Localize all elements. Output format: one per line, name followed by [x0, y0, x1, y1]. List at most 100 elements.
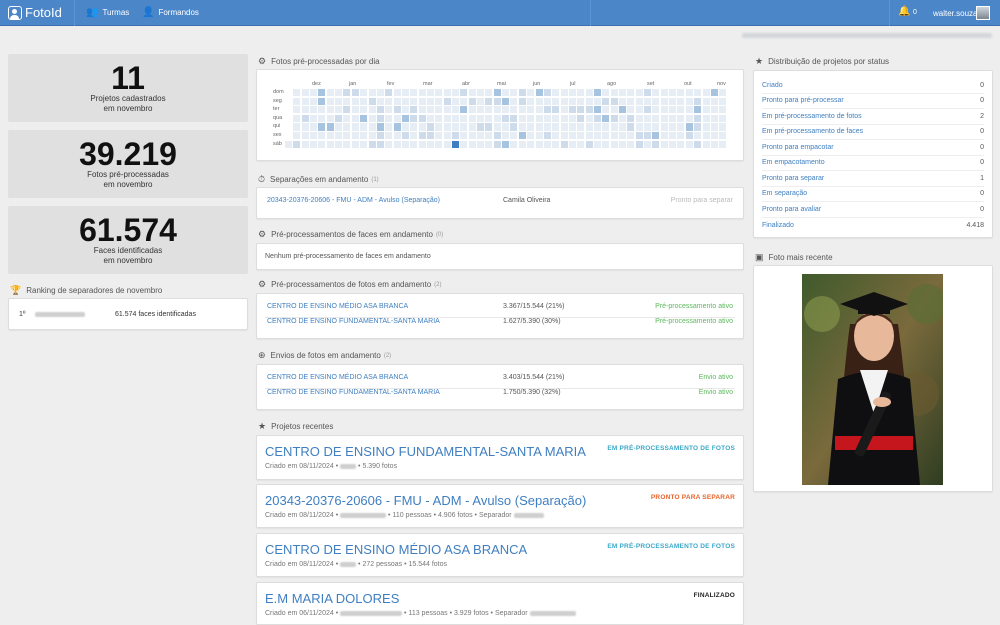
heatmap-cell[interactable] — [552, 140, 560, 148]
heatmap-cell[interactable] — [560, 106, 568, 114]
heatmap-cell[interactable] — [393, 132, 401, 140]
heatmap-cell[interactable] — [493, 140, 501, 148]
heatmap-cell[interactable] — [435, 132, 443, 140]
heatmap-cell[interactable] — [568, 140, 576, 148]
heatmap-cell[interactable] — [335, 97, 343, 105]
heatmap-cell[interactable] — [385, 140, 393, 148]
heatmap-cell[interactable] — [577, 97, 585, 105]
heatmap-cell[interactable] — [460, 132, 468, 140]
heatmap-cell[interactable] — [376, 106, 384, 114]
heatmap-cell[interactable] — [293, 106, 301, 114]
heatmap-cell[interactable] — [485, 123, 493, 131]
heatmap-cell[interactable] — [351, 114, 359, 123]
heatmap-cell[interactable] — [560, 89, 568, 97]
heatmap-cell[interactable] — [568, 114, 576, 123]
heatmap-cell[interactable] — [493, 123, 501, 131]
heatmap-cell[interactable] — [468, 132, 476, 140]
status-row[interactable]: Pronto para empacotar 0 — [762, 140, 984, 156]
project-card[interactable]: CENTRO DE ENSINO MÉDIO ASA BRANCA Criado… — [256, 533, 744, 577]
heatmap-cell[interactable] — [393, 140, 401, 148]
heatmap-cell[interactable] — [710, 114, 718, 123]
heatmap-cell[interactable] — [610, 123, 618, 131]
heatmap-cell[interactable] — [326, 97, 334, 105]
heatmap-cell[interactable] — [393, 97, 401, 105]
heatmap-cell[interactable] — [301, 106, 309, 114]
heatmap-cell[interactable] — [619, 106, 626, 114]
heatmap-cell[interactable] — [543, 123, 551, 131]
heatmap-cell[interactable] — [376, 140, 384, 148]
heatmap-cell[interactable] — [610, 106, 618, 114]
heatmap-cell[interactable] — [577, 89, 585, 97]
heatmap-cell[interactable] — [485, 97, 493, 105]
heatmap-cell[interactable] — [677, 140, 685, 148]
heatmap-cell[interactable] — [552, 106, 560, 114]
heatmap-cell[interactable] — [401, 89, 409, 97]
heatmap-cell[interactable] — [326, 89, 334, 97]
heatmap-cell[interactable] — [702, 123, 710, 131]
heatmap-cell[interactable] — [285, 140, 292, 148]
heatmap-cell[interactable] — [310, 140, 318, 148]
heatmap-cell[interactable] — [410, 123, 418, 131]
heatmap-cell[interactable] — [351, 132, 359, 140]
heatmap-cell[interactable] — [660, 106, 668, 114]
heatmap-cell[interactable] — [527, 114, 535, 123]
heatmap-cell[interactable] — [602, 89, 610, 97]
status-label[interactable]: Em pré-processamento de faces — [762, 128, 863, 135]
heatmap-cell[interactable] — [385, 123, 393, 131]
heatmap-cell[interactable] — [543, 114, 551, 123]
heatmap-cell[interactable] — [644, 140, 652, 148]
heatmap-cell[interactable] — [318, 123, 326, 131]
app-logo[interactable]: FotoId — [8, 5, 62, 20]
heatmap-cell[interactable] — [502, 123, 510, 131]
heatmap-cell[interactable] — [527, 106, 535, 114]
heatmap-cell[interactable] — [694, 114, 702, 123]
heatmap-cell[interactable] — [343, 114, 351, 123]
heatmap-cell[interactable] — [577, 140, 585, 148]
heatmap-cell[interactable] — [560, 97, 568, 105]
heatmap-cell[interactable] — [527, 123, 535, 131]
heatmap-cell[interactable] — [652, 106, 660, 114]
heatmap-cell[interactable] — [543, 89, 551, 97]
heatmap-cell[interactable] — [410, 97, 418, 105]
heatmap-cell[interactable] — [677, 123, 685, 131]
heatmap-cell[interactable] — [418, 106, 426, 114]
heatmap-cell[interactable] — [326, 140, 334, 148]
project-title[interactable]: E.M MARIA DOLORES — [265, 591, 399, 606]
project-link[interactable]: CENTRO DE ENSINO MÉDIO ASA BRANCA — [267, 303, 408, 310]
heatmap-cell[interactable] — [318, 114, 326, 123]
heatmap-cell[interactable] — [677, 114, 685, 123]
heatmap-cell[interactable] — [293, 140, 301, 148]
heatmap-cell[interactable] — [360, 140, 368, 148]
heatmap-cell[interactable] — [443, 132, 451, 140]
heatmap-cell[interactable] — [426, 89, 434, 97]
heatmap-cell[interactable] — [401, 123, 409, 131]
heatmap-cell[interactable] — [460, 123, 468, 131]
heatmap-cell[interactable] — [452, 132, 459, 140]
heatmap-cell[interactable] — [418, 97, 426, 105]
heatmap-cell[interactable] — [460, 114, 468, 123]
heatmap-cell[interactable] — [602, 97, 610, 105]
heatmap-cell[interactable] — [502, 114, 510, 123]
project-title[interactable]: 20343-20376-20606 - FMU - ADM - Avulso (… — [265, 493, 586, 508]
heatmap-cell[interactable] — [477, 89, 485, 97]
heatmap-cell[interactable] — [443, 106, 451, 114]
heatmap-cell[interactable] — [493, 97, 501, 105]
heatmap-cell[interactable] — [485, 132, 493, 140]
heatmap-cell[interactable] — [518, 140, 526, 148]
heatmap-cell[interactable] — [493, 106, 501, 114]
heatmap-cell[interactable] — [644, 89, 652, 97]
heatmap-cell[interactable] — [627, 140, 635, 148]
heatmap-cell[interactable] — [468, 123, 476, 131]
heatmap-cell[interactable] — [301, 89, 309, 97]
heatmap-cell[interactable] — [335, 140, 343, 148]
heatmap-cell[interactable] — [568, 106, 576, 114]
heatmap-cell[interactable] — [351, 123, 359, 131]
heatmap-cell[interactable] — [719, 89, 727, 97]
heatmap-cell[interactable] — [660, 97, 668, 105]
heatmap-cell[interactable] — [335, 89, 343, 97]
heatmap-cell[interactable] — [401, 114, 409, 123]
heatmap-cell[interactable] — [660, 114, 668, 123]
heatmap-cell[interactable] — [543, 97, 551, 105]
heatmap-cell[interactable] — [535, 106, 543, 114]
heatmap-cell[interactable] — [443, 123, 451, 131]
